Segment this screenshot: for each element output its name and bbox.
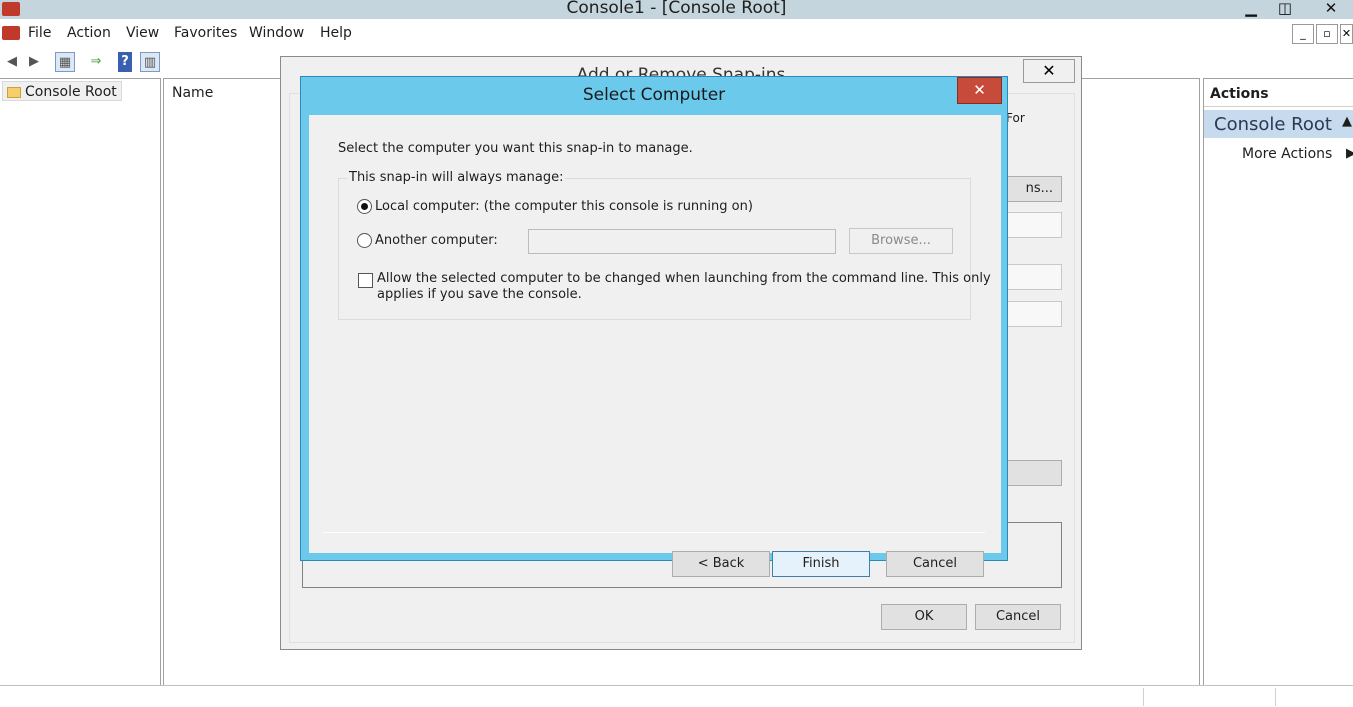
- actions-section-label: Console Root: [1214, 114, 1332, 135]
- allow-change-label-line2[interactable]: applies if you save the console.: [377, 287, 582, 302]
- collapse-triangle-icon[interactable]: ▲: [1342, 114, 1352, 129]
- app-icon[interactable]: [2, 2, 20, 16]
- another-computer-input[interactable]: [528, 229, 836, 254]
- column-header-name[interactable]: Name: [172, 85, 213, 101]
- close-button[interactable]: ✕: [1023, 59, 1075, 83]
- menu-view[interactable]: View: [126, 25, 159, 41]
- menu-bar: File Action View Favorites Window Help: [0, 21, 1353, 49]
- dialog-title: Select Computer: [582, 85, 726, 105]
- status-divider: [1143, 688, 1144, 706]
- window-title: Console1 - [Console Root]: [566, 0, 787, 18]
- console-icon[interactable]: [2, 26, 20, 40]
- restore-button[interactable]: ◫: [1268, 0, 1302, 19]
- dialog-body: Select the computer you want this snap-i…: [309, 115, 1001, 577]
- actions-section-console-root[interactable]: Console Root ▲: [1204, 110, 1353, 138]
- mdi-restore-button[interactable]: ▫: [1316, 24, 1338, 44]
- forward-arrow-icon[interactable]: ▶: [24, 52, 44, 72]
- export-list-icon[interactable]: ⇒: [86, 52, 106, 72]
- submenu-arrow-icon: ▶: [1346, 146, 1353, 161]
- close-button[interactable]: ✕: [957, 77, 1002, 104]
- local-computer-radio[interactable]: [357, 199, 372, 214]
- cancel-button[interactable]: Cancel: [975, 604, 1061, 630]
- allow-change-label-line1[interactable]: Allow the selected computer to be change…: [377, 271, 991, 286]
- button-separator: [323, 532, 985, 533]
- menu-help[interactable]: Help: [320, 25, 352, 41]
- menu-file[interactable]: File: [28, 25, 51, 41]
- tree-item-label: Console Root: [25, 84, 117, 100]
- status-divider: [1275, 688, 1276, 706]
- show-hide-tree-icon[interactable]: ▦: [55, 52, 75, 72]
- actions-header: Actions: [1204, 79, 1353, 107]
- folder-icon: [7, 87, 21, 98]
- back-arrow-icon[interactable]: ◀: [2, 52, 22, 72]
- another-computer-label[interactable]: Another computer:: [375, 233, 498, 248]
- minimize-button[interactable]: ▁: [1234, 0, 1268, 19]
- title-bar: Console1 - [Console Root] ▁ ◫ ✕: [0, 0, 1353, 19]
- menu-window[interactable]: Window: [249, 25, 304, 41]
- help-icon[interactable]: ?: [118, 52, 132, 72]
- menu-action[interactable]: Action: [67, 25, 111, 41]
- manage-group: This snap-in will always manage: Local c…: [338, 170, 991, 320]
- tree-item-console-root[interactable]: Console Root: [2, 81, 122, 101]
- finish-button[interactable]: Finish: [772, 551, 870, 577]
- close-button[interactable]: ✕: [1314, 0, 1348, 19]
- console-tree: Console Root: [0, 78, 161, 685]
- allow-change-checkbox[interactable]: [358, 273, 373, 288]
- mdi-minimize-button[interactable]: _: [1292, 24, 1314, 44]
- back-button[interactable]: < Back: [672, 551, 770, 577]
- another-computer-radio[interactable]: [357, 233, 372, 248]
- show-hide-action-pane-icon[interactable]: ▥: [140, 52, 160, 72]
- browse-button[interactable]: Browse...: [849, 228, 953, 254]
- instruction-text: Select the computer you want this snap-i…: [338, 141, 693, 156]
- group-label: This snap-in will always manage:: [347, 170, 566, 185]
- menu-favorites[interactable]: Favorites: [174, 25, 237, 41]
- more-actions-link[interactable]: More Actions: [1242, 146, 1332, 162]
- local-computer-label[interactable]: Local computer: (the computer this conso…: [375, 199, 753, 214]
- cancel-button[interactable]: Cancel: [886, 551, 984, 577]
- status-bar: [0, 685, 1353, 707]
- select-computer-dialog: Select Computer ✕ Select the computer yo…: [300, 76, 1008, 577]
- ok-button[interactable]: OK: [881, 604, 967, 630]
- partial-text: For: [1006, 111, 1025, 125]
- mdi-close-button[interactable]: ✕: [1340, 24, 1353, 44]
- actions-pane: Actions Console Root ▲ More Actions ▶: [1203, 78, 1353, 685]
